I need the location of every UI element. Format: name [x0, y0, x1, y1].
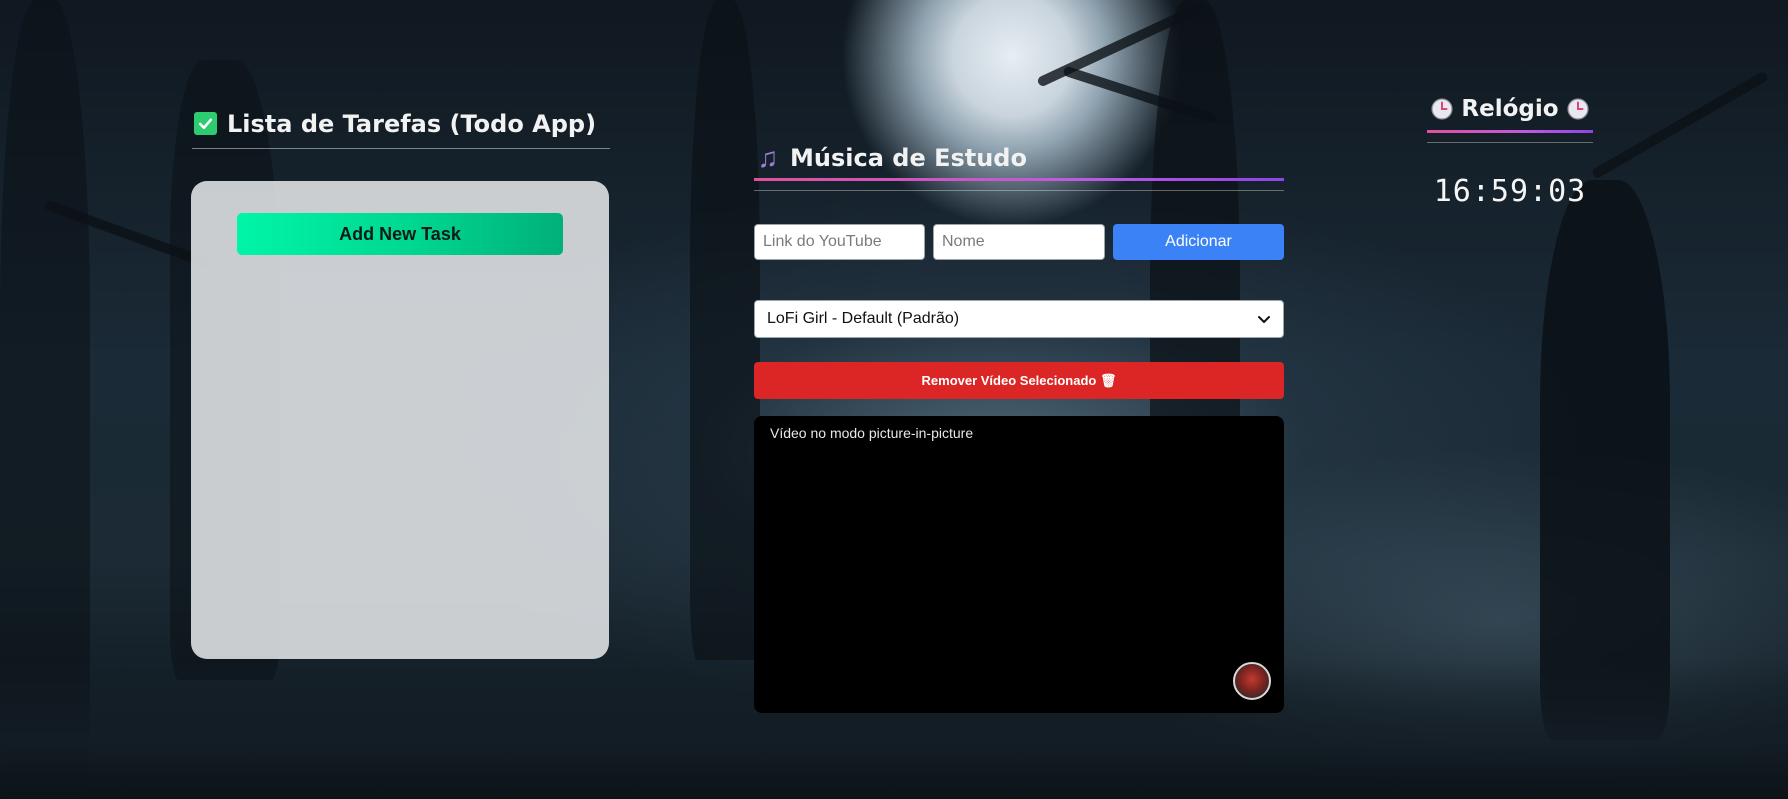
- clock-header: Relógio: [1427, 92, 1593, 143]
- music-title-underline: [754, 178, 1284, 181]
- youtube-link-input[interactable]: [754, 224, 925, 260]
- video-player[interactable]: Vídeo no modo picture-in-picture: [754, 416, 1284, 713]
- add-new-task-button[interactable]: Add New Task: [237, 213, 563, 255]
- clock-time: 16:59:03: [1433, 174, 1587, 209]
- video-select-dropdown[interactable]: LoFi Girl - Default (Padrão): [754, 300, 1284, 338]
- music-header: ♫ Música de Estudo: [754, 140, 1284, 192]
- pip-status-text: Vídeo no modo picture-in-picture: [770, 425, 974, 441]
- selected-video-label: LoFi Girl - Default (Padrão): [767, 310, 960, 327]
- check-box-icon: [194, 112, 217, 135]
- video-name-input[interactable]: [933, 224, 1105, 260]
- clock-title-underline: [1427, 130, 1593, 133]
- clock-title: Relógio: [1461, 96, 1559, 122]
- clock-icon: [1431, 98, 1454, 120]
- chevron-down-icon: [1258, 316, 1270, 323]
- music-note-icon: ♫: [757, 142, 779, 173]
- clock-title-divider: [1427, 142, 1593, 143]
- todo-card: Add New Task: [191, 181, 609, 659]
- channel-avatar[interactable]: [1233, 662, 1271, 700]
- todo-title: Lista de Tarefas (Todo App): [227, 110, 597, 138]
- music-title: Música de Estudo: [790, 144, 1027, 172]
- clock-icon: [1566, 98, 1589, 120]
- add-video-button[interactable]: Adicionar: [1113, 224, 1284, 260]
- remove-selected-video-button[interactable]: Remover Vídeo Selecionado 🗑: [754, 362, 1284, 399]
- music-title-divider: [754, 190, 1284, 191]
- todo-header: Lista de Tarefas (Todo App): [192, 108, 610, 149]
